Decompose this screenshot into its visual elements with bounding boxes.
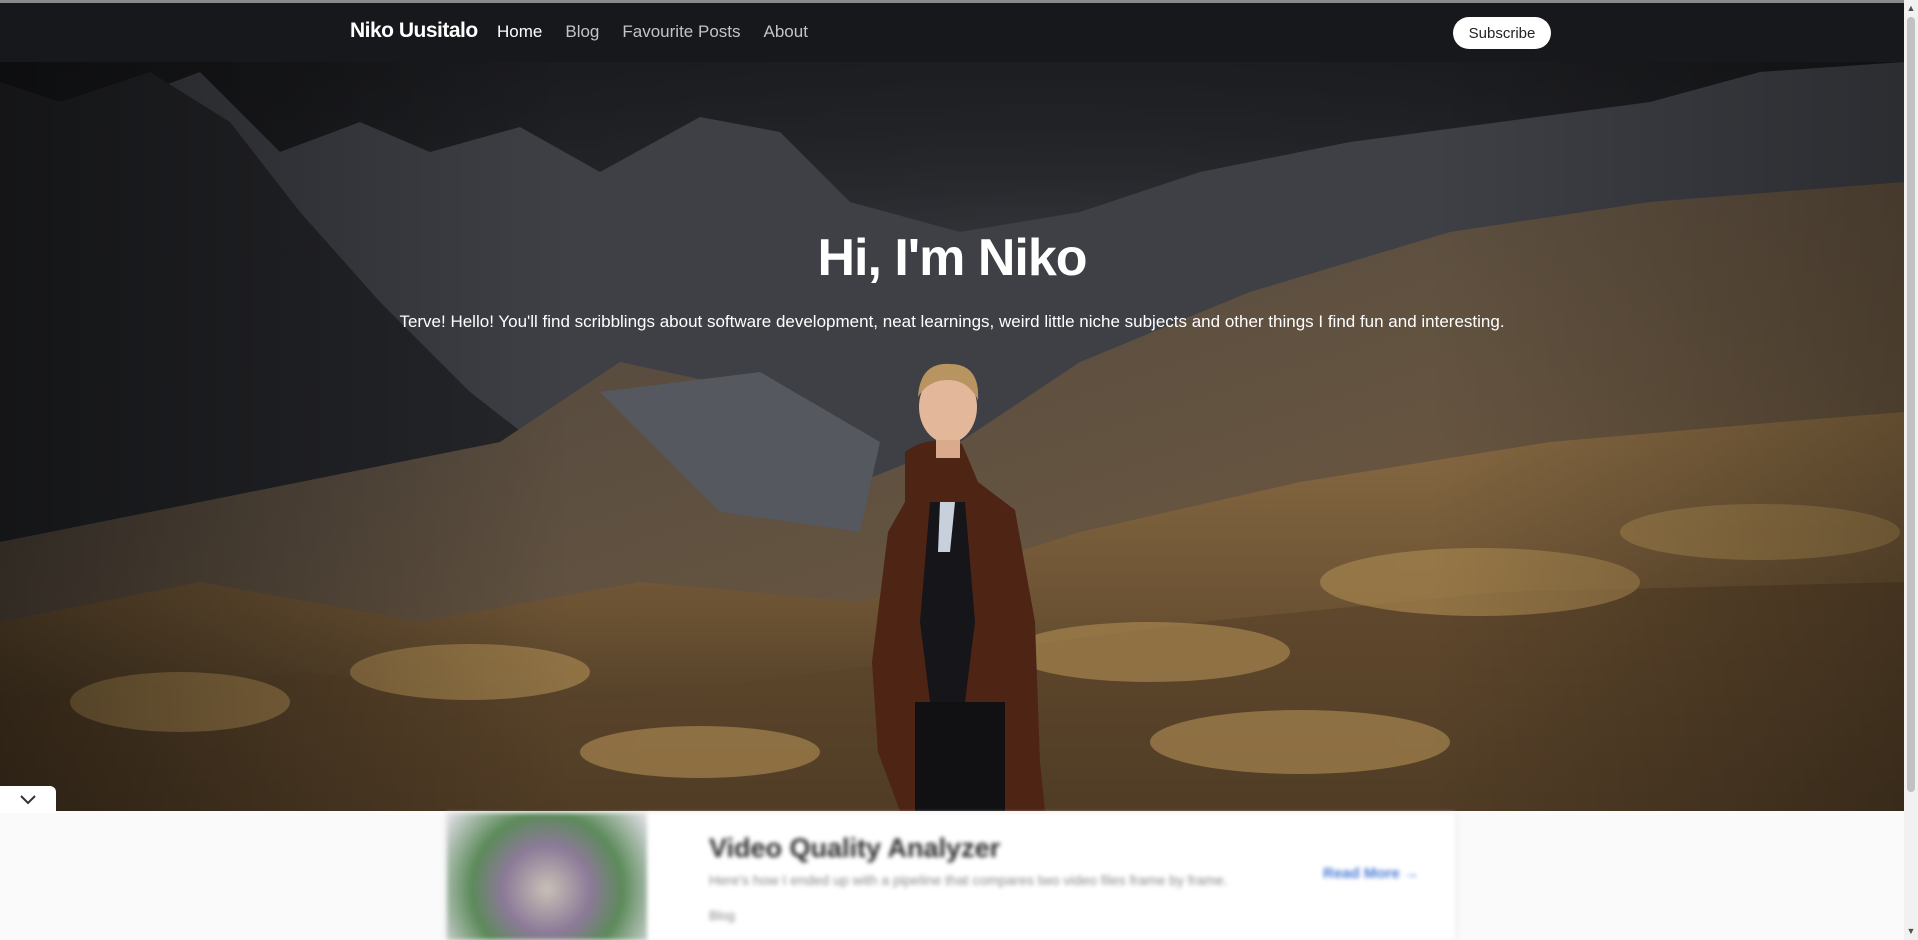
nav-link-about[interactable]: About (764, 22, 808, 42)
nav-link-home[interactable]: Home (497, 22, 542, 42)
site-header: Niko Uusitalo Home Blog Favourite Posts … (0, 3, 1904, 62)
chevron-down-icon (20, 794, 36, 804)
hero-subtitle: Terve! Hello! You'll find scribblings ab… (399, 312, 1505, 331)
main-nav: Home Blog Favourite Posts About (497, 22, 831, 42)
featured-post-card[interactable]: Video Quality Analyzer Here's how I ende… (447, 813, 1455, 940)
page-scrollbar[interactable]: ▲ ▼ (1904, 0, 1918, 940)
post-excerpt: Here's how I ended up with a pipeline th… (709, 872, 1228, 888)
read-more-link[interactable]: Read More → (1323, 865, 1419, 882)
scrollbar-thumb[interactable] (1907, 17, 1915, 792)
nav-link-favourite-posts[interactable]: Favourite Posts (622, 22, 740, 42)
site-brand-link[interactable]: Niko Uusitalo (350, 19, 478, 43)
collapse-toggle-button[interactable] (0, 786, 56, 813)
subscribe-button[interactable]: Subscribe (1453, 17, 1551, 49)
post-meta: Blog (709, 908, 736, 923)
post-thumbnail (447, 813, 647, 940)
hero-title: Hi, I'm Niko (817, 229, 1087, 287)
hero-section: Hi, I'm Niko Terve! Hello! You'll find s… (0, 62, 1904, 811)
triangle-down-icon[interactable]: ▼ (1906, 926, 1916, 936)
triangle-up-icon[interactable]: ▲ (1906, 3, 1916, 13)
post-title[interactable]: Video Quality Analyzer (709, 833, 1000, 864)
nav-link-blog[interactable]: Blog (565, 22, 599, 42)
hero-background-image (0, 62, 1904, 811)
